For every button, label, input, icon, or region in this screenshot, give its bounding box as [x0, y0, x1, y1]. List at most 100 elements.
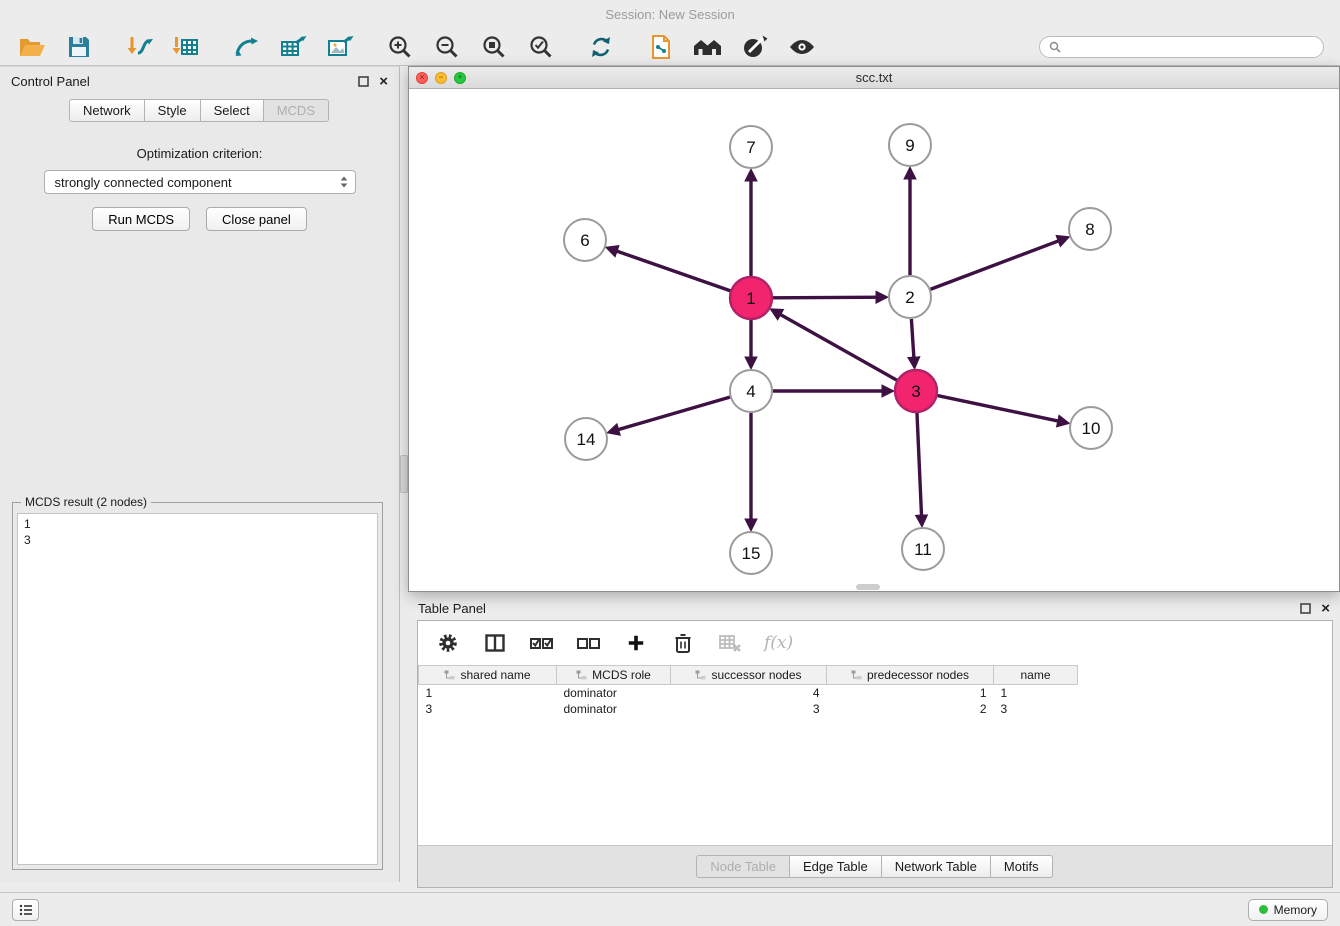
edge-3-1[interactable]: [773, 310, 897, 380]
close-panel-button[interactable]: Close panel: [206, 207, 307, 231]
edge-3-10[interactable]: [938, 396, 1067, 423]
splitter-handle-vertical[interactable]: [400, 455, 408, 493]
select-all-icon[interactable]: [529, 630, 555, 656]
node-4[interactable]: 4: [730, 370, 772, 412]
svg-text:6: 6: [580, 231, 589, 250]
network-window-titlebar[interactable]: scc.txt × − +: [409, 67, 1339, 89]
mcds-result-list[interactable]: 1 3: [17, 513, 378, 865]
tab-network[interactable]: Network: [69, 99, 145, 122]
open-file-icon[interactable]: [16, 32, 48, 62]
node-8[interactable]: 8: [1069, 208, 1111, 250]
trash-icon[interactable]: [670, 630, 696, 656]
tab-motifs[interactable]: Motifs: [990, 855, 1053, 878]
tab-node-table[interactable]: Node Table: [696, 855, 790, 878]
zoom-selected-icon[interactable]: [525, 32, 557, 62]
add-icon[interactable]: [623, 630, 649, 656]
edge-3-11[interactable]: [917, 413, 922, 524]
close-window-icon[interactable]: ×: [416, 72, 428, 84]
eye-icon[interactable]: [786, 32, 818, 62]
table-row[interactable]: 3dominator323: [419, 701, 1078, 717]
network-window-title: scc.txt: [409, 70, 1339, 85]
svg-text:14: 14: [577, 430, 596, 449]
tab-select[interactable]: Select: [200, 99, 264, 122]
tab-style[interactable]: Style: [144, 99, 201, 122]
float-table-panel-icon[interactable]: [1300, 603, 1311, 614]
export-network-icon[interactable]: [230, 32, 262, 62]
float-panel-icon[interactable]: [358, 76, 369, 87]
column-header-predecessor-nodes[interactable]: predecessor nodes: [827, 666, 994, 685]
maximize-window-icon[interactable]: +: [454, 72, 466, 84]
column-header-shared-name[interactable]: shared name: [419, 666, 557, 685]
zoom-in-icon[interactable]: [384, 32, 416, 62]
tab-edge-table[interactable]: Edge Table: [789, 855, 882, 878]
criterion-select[interactable]: strongly connected component: [44, 170, 356, 194]
column-header-successor-nodes[interactable]: successor nodes: [671, 666, 827, 685]
network-canvas[interactable]: 7 9 6 8 1 2 4 3 14 10 15 11: [409, 89, 1339, 591]
window-titlebar: Session: New Session: [0, 0, 1340, 28]
mcds-result-box: MCDS result (2 nodes) 1 3: [12, 495, 383, 870]
close-panel-icon[interactable]: ×: [379, 74, 388, 89]
svg-text:1: 1: [746, 289, 755, 308]
node-2[interactable]: 2: [889, 276, 931, 318]
minimize-window-icon[interactable]: −: [435, 72, 447, 84]
close-table-panel-icon[interactable]: ×: [1321, 601, 1330, 616]
table-cell[interactable]: 3: [671, 701, 827, 717]
import-network-icon[interactable]: [123, 32, 155, 62]
table-toolbar: f(x): [418, 621, 1332, 665]
node-10[interactable]: 10: [1070, 407, 1112, 449]
table-cell[interactable]: dominator: [557, 685, 671, 701]
refresh-icon[interactable]: [585, 32, 617, 62]
table-cell[interactable]: 3: [994, 701, 1078, 717]
zoom-out-icon[interactable]: [431, 32, 463, 62]
edge-1-6[interactable]: [609, 248, 731, 290]
edge-4-14[interactable]: [610, 397, 730, 432]
table-row[interactable]: 1dominator411: [419, 685, 1078, 701]
edge-2-3[interactable]: [911, 319, 914, 366]
show-columns-icon[interactable]: [482, 630, 508, 656]
table-cell[interactable]: 3: [419, 701, 557, 717]
node-15[interactable]: 15: [730, 532, 772, 574]
node-7[interactable]: 7: [730, 126, 772, 168]
edge-1-2[interactable]: [773, 297, 885, 298]
column-header-MCDS-role[interactable]: MCDS role: [557, 666, 671, 685]
node-6[interactable]: 6: [564, 219, 606, 261]
copy-network-icon[interactable]: [645, 32, 677, 62]
table-cell[interactable]: 1: [827, 685, 994, 701]
node-14[interactable]: 14: [565, 418, 607, 460]
edge-2-8[interactable]: [931, 238, 1067, 289]
node-1[interactable]: 1: [730, 277, 772, 319]
table-cell[interactable]: 4: [671, 685, 827, 701]
run-mcds-button[interactable]: Run MCDS: [92, 207, 190, 231]
table-cell[interactable]: 2: [827, 701, 994, 717]
sort-icon: [851, 670, 862, 680]
apply-style-icon[interactable]: [739, 32, 771, 62]
node-11[interactable]: 11: [902, 528, 944, 570]
gear-icon[interactable]: [435, 630, 461, 656]
home-icon[interactable]: [692, 32, 724, 62]
horizontal-scrollbar[interactable]: [856, 584, 880, 590]
svg-text:15: 15: [742, 544, 761, 563]
node-9[interactable]: 9: [889, 124, 931, 166]
status-bar: Memory: [0, 892, 1340, 926]
column-header-name[interactable]: name: [994, 666, 1078, 685]
sort-icon: [576, 670, 587, 680]
table-panel-title: Table Panel: [418, 601, 486, 616]
table-cell[interactable]: dominator: [557, 701, 671, 717]
tab-mcds[interactable]: MCDS: [263, 99, 329, 122]
import-table-icon[interactable]: [170, 32, 202, 62]
table-header-row: shared nameMCDS rolesuccessor nodesprede…: [419, 666, 1078, 685]
export-image-icon[interactable]: [324, 32, 356, 62]
search-input[interactable]: [1067, 40, 1314, 54]
memory-button[interactable]: Memory: [1248, 899, 1328, 921]
svg-text:11: 11: [914, 540, 932, 559]
zoom-fit-icon[interactable]: [478, 32, 510, 62]
table-cell[interactable]: 1: [994, 685, 1078, 701]
task-list-icon[interactable]: [12, 899, 39, 921]
export-table-icon[interactable]: [277, 32, 309, 62]
deselect-all-icon[interactable]: [576, 630, 602, 656]
table-cell[interactable]: 1: [419, 685, 557, 701]
svg-text:3: 3: [911, 382, 920, 401]
save-icon[interactable]: [63, 32, 95, 62]
tab-network-table[interactable]: Network Table: [881, 855, 991, 878]
node-3[interactable]: 3: [895, 370, 937, 412]
